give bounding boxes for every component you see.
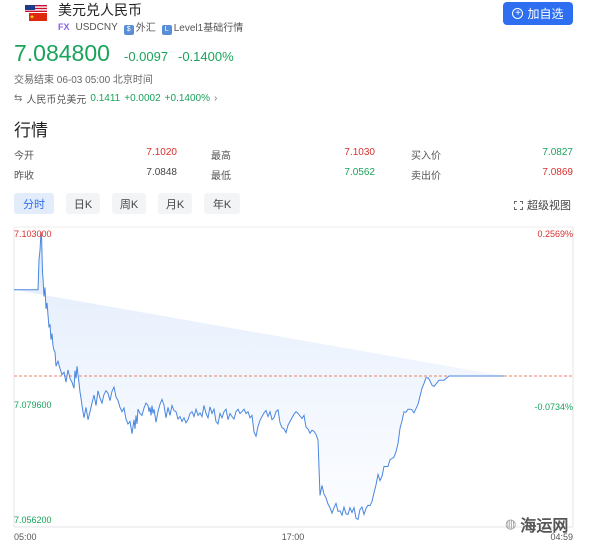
tab-weekly-k[interactable]: 周K <box>112 193 146 214</box>
market-tag: FX <box>58 22 70 32</box>
level-tag: L Level1基础行情 <box>161 19 244 35</box>
price-change: -0.0097 <box>124 49 169 64</box>
tab-intraday[interactable]: 分时 <box>14 193 54 214</box>
swap-icon: ⇆ <box>14 93 23 104</box>
tab-daily-k[interactable]: 日K <box>66 193 100 214</box>
high-label: 最高 <box>211 151 231 162</box>
tab-yearly-k[interactable]: 年K <box>204 193 240 214</box>
intraday-chart[interactable]: 7.103000 7.079600 7.056200 0.2569% -0.0734% 0… <box>0 222 603 551</box>
bid-label: 买入价 <box>411 151 441 162</box>
open-label: 今开 <box>14 151 34 162</box>
prev-close-label: 昨收 <box>14 171 34 182</box>
trading-status: 交易结束 06-03 05:00 北京时间 <box>14 75 153 86</box>
add-watchlist-button[interactable]: + 加自选 <box>503 2 573 25</box>
category-label: 外汇 <box>135 23 156 34</box>
prev-close-value: 7.0848 <box>146 167 177 178</box>
expand-icon <box>514 200 523 210</box>
instrument-meta: FX USDCNY $ 外汇 L Level1基础行情 <box>58 19 243 35</box>
inverse-change-pct: +0.1400% <box>164 93 210 104</box>
x-axis-label-mid: 17:00 <box>282 532 305 542</box>
bid-value: 7.0827 <box>542 147 573 158</box>
level-label: Level1基础行情 <box>173 23 244 34</box>
x-axis-label-start: 05:00 <box>14 532 37 542</box>
y-axis-right-label-high: 0.2569% <box>537 229 573 239</box>
instrument-title: 美元兑人民币 <box>58 2 142 18</box>
category-tag: $ 外汇 <box>123 19 156 35</box>
y-axis-label-high: 7.103000 <box>14 229 52 239</box>
ask-label: 卖出价 <box>411 171 441 182</box>
ask-value: 7.0869 <box>542 167 573 178</box>
symbol: USDCNY <box>75 21 118 33</box>
y-axis-label-low: 7.056200 <box>14 515 52 525</box>
y-axis-right-label-mid: -0.0734% <box>534 402 573 412</box>
inverse-quote-link[interactable]: ⇆ 人民币兑美元 0.1411 +0.0002 +0.1400% › <box>14 91 217 106</box>
fx-category-icon: $ <box>123 25 134 35</box>
low-value: 7.0562 <box>344 167 375 178</box>
open-value: 7.1020 <box>146 147 177 158</box>
inverse-price: 0.1411 <box>90 93 121 104</box>
inverse-change: +0.0002 <box>124 93 161 104</box>
watermark: ◍ 海运网 <box>505 512 568 536</box>
level-icon: L <box>161 25 172 35</box>
y-axis-label-mid: 7.079600 <box>14 400 52 410</box>
inverse-label: 人民币兑美元 <box>26 95 87 106</box>
section-title: 行情 <box>14 121 48 140</box>
wechat-icon: ◍ <box>505 516 517 531</box>
plus-circle-icon: + <box>512 8 524 19</box>
high-value: 7.1030 <box>344 147 375 158</box>
chevron-right-icon: › <box>214 93 218 104</box>
us-cn-flag-icon <box>25 5 47 21</box>
add-watchlist-label: 加自选 <box>527 7 564 21</box>
tab-monthly-k[interactable]: 月K <box>158 193 192 214</box>
price-change-pct: -0.1400% <box>178 49 234 64</box>
last-price: 7.084800 <box>14 40 110 66</box>
super-view-button[interactable]: 超级视图 <box>514 197 571 213</box>
super-view-label: 超级视图 <box>527 200 571 212</box>
watermark-text: 海运网 <box>520 518 569 535</box>
low-label: 最低 <box>211 171 231 182</box>
